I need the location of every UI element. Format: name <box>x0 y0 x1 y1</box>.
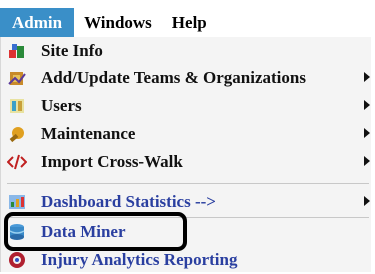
menu-item-label: Site Info <box>41 41 103 60</box>
submenu-arrow-icon <box>364 196 370 206</box>
menu-help[interactable]: Help <box>162 8 217 37</box>
menu-item-label: Maintenance <box>41 124 136 143</box>
menu-item-data-miner[interactable]: Data Miner <box>1 219 371 246</box>
menu-item-teams-organizations[interactable]: Add/Update Teams & Organizations <box>1 65 371 92</box>
users-icon <box>10 99 24 113</box>
site-info-icon <box>9 44 24 58</box>
menu-item-users[interactable]: Users <box>1 93 371 120</box>
app-window: Admin Windows Help Site Info Add/Update … <box>0 0 375 272</box>
submenu-arrow-icon <box>364 100 370 110</box>
menu-item-maintenance[interactable]: Maintenance <box>1 121 371 148</box>
menu-item-site-info[interactable]: Site Info <box>1 38 371 65</box>
menu-windows[interactable]: Windows <box>74 8 162 37</box>
data-miner-icon <box>9 224 25 240</box>
menu-bar: Admin Windows Help <box>0 8 230 37</box>
menu-item-label: Dashboard Statistics --> <box>41 192 216 211</box>
menu-item-injury-analytics-reporting[interactable]: Injury Analytics Reporting <box>1 247 371 274</box>
menu-item-import-cross-walk[interactable]: Import Cross-Walk <box>1 149 371 176</box>
menu-item-label: Import Cross-Walk <box>41 152 183 171</box>
menu-separator <box>7 183 369 184</box>
teams-icon <box>8 72 26 85</box>
menu-item-label: Data Miner <box>41 222 126 241</box>
menu-item-label: Users <box>41 96 82 115</box>
submenu-arrow-icon <box>364 72 370 82</box>
wrench-icon <box>9 127 24 143</box>
admin-dropdown-menu: Site Info Add/Update Teams & Organizatio… <box>0 37 371 272</box>
analytics-icon <box>9 252 25 268</box>
dashboard-icon <box>9 195 25 209</box>
menu-admin[interactable]: Admin <box>0 8 75 37</box>
menu-item-label: Injury Analytics Reporting <box>41 250 238 269</box>
menu-item-dashboard-statistics[interactable]: Dashboard Statistics --> <box>1 189 371 216</box>
code-icon <box>7 154 27 170</box>
menu-item-label: Add/Update Teams & Organizations <box>41 68 306 87</box>
submenu-arrow-icon <box>364 128 370 138</box>
menu-separator <box>7 217 369 218</box>
submenu-arrow-icon <box>364 156 370 166</box>
